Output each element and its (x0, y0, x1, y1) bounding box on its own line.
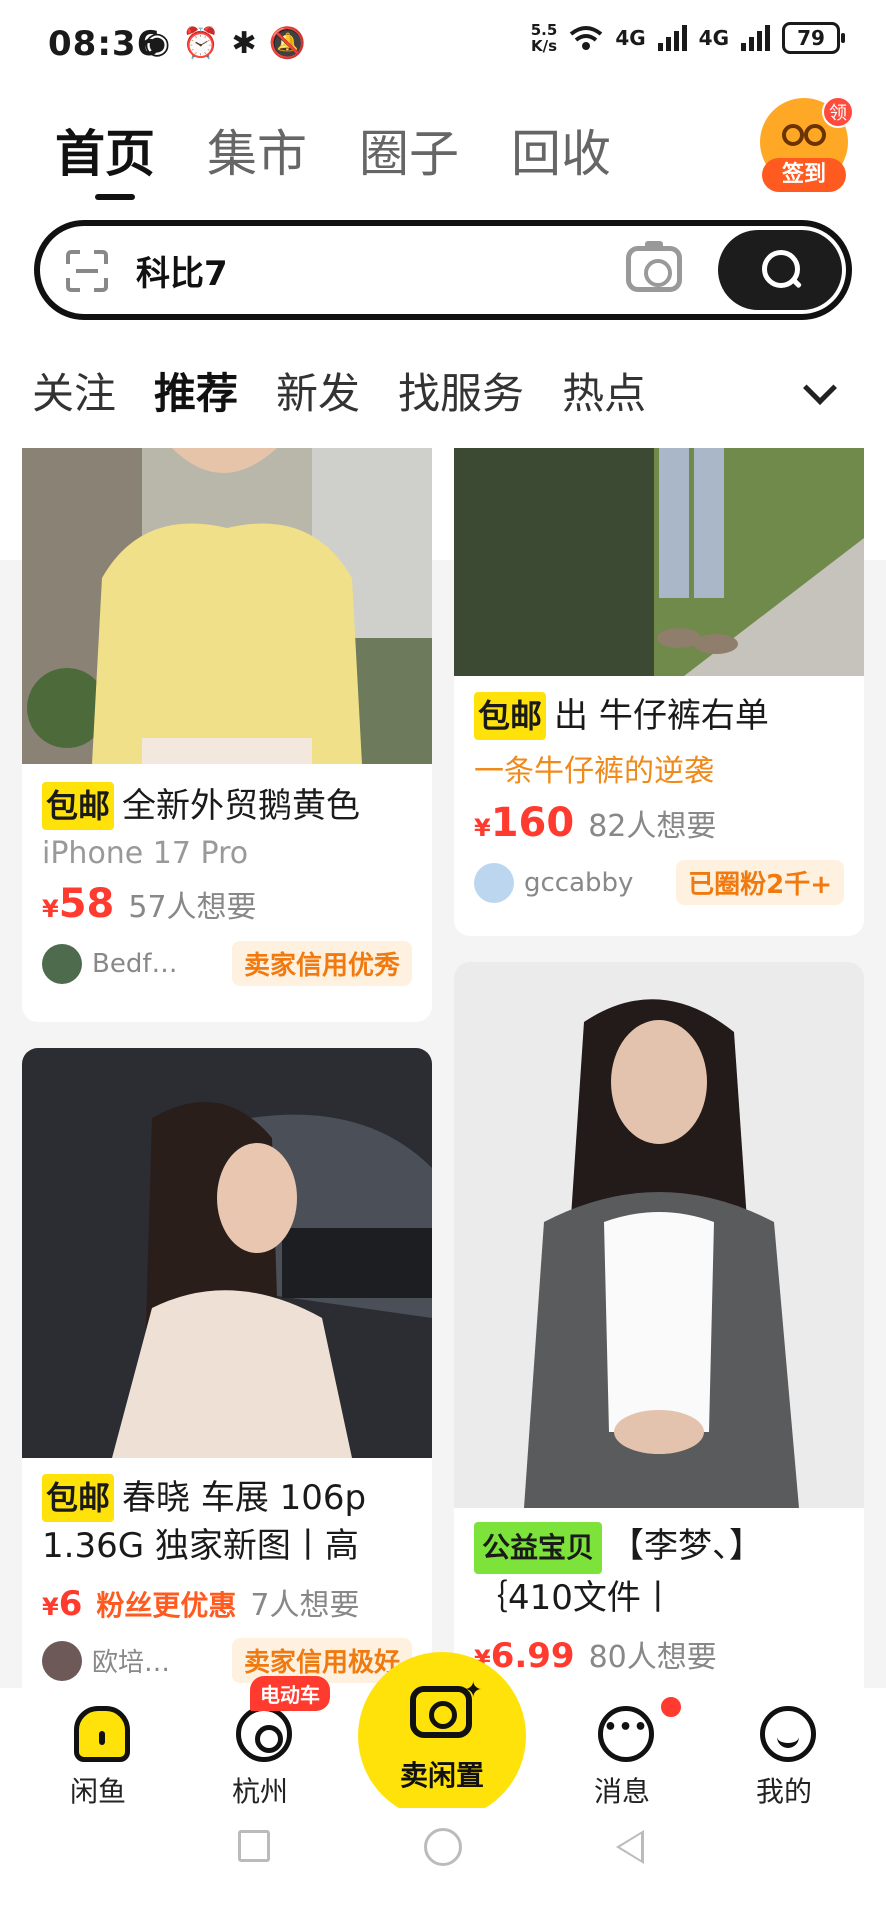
seller-row: Bedf… 卖家信用优秀 (42, 941, 412, 986)
seller-row: gccabby 已圈粉2千+ (474, 860, 844, 905)
search-bar[interactable]: 科比7 (34, 220, 852, 320)
home-button[interactable] (424, 1828, 462, 1866)
message-icon (598, 1706, 654, 1762)
free-shipping-tag: 包邮 (42, 782, 115, 830)
eye-icon: ◉ (144, 26, 171, 61)
mute-icon: 🔕 (268, 26, 307, 61)
tab-recommend[interactable]: 推荐 (154, 360, 238, 421)
product-title: 公益宝贝 【李梦、】｛410文件丨 (474, 1522, 844, 1622)
net-speed: 5.5 K/s (530, 21, 558, 55)
search-input[interactable]: 科比7 (136, 246, 228, 295)
status-bar: 08:36 ◉ ⏰ ✱ 🔕 5.5 K/s 4G 4G 79 (0, 0, 886, 90)
scan-icon[interactable] (66, 250, 108, 292)
seller-row: 欧培… 卖家信用极好 (42, 1638, 412, 1683)
home-icon (74, 1706, 130, 1762)
charity-tag: 公益宝贝 (474, 1522, 603, 1574)
want-count: 80人想要 (588, 1640, 717, 1675)
tab-home[interactable]: 首页 (55, 114, 155, 200)
back-button[interactable] (616, 1830, 644, 1864)
search-button[interactable] (718, 230, 842, 310)
price: ¥160 (474, 800, 575, 846)
camera-icon (410, 1686, 472, 1738)
tab-hot[interactable]: 热点 (562, 360, 646, 421)
fan-discount-label: 粉丝更优惠 (96, 1589, 237, 1622)
status-right: 5.5 K/s 4G 4G 79 (530, 21, 845, 55)
product-card[interactable]: 包邮 春晓 车展 106p 1.36G 独家新图丨高 ¥6 粉丝更优惠 7人想要 … (22, 1048, 432, 1688)
tab-recycle[interactable]: 回收 (511, 114, 611, 186)
feed-tabs: 关注 推荐 新发 找服务 热点 (32, 360, 646, 421)
want-count: 57人想要 (128, 890, 257, 925)
product-photo (454, 448, 864, 676)
signal-2-label: 4G (698, 26, 729, 50)
free-shipping-tag: 包邮 (42, 1474, 115, 1522)
tab-new[interactable]: 新发 (276, 360, 360, 421)
product-card[interactable]: 包邮出 牛仔裤右单 一条牛仔裤的逆袭 ¥160 82人想要 gccabby 已圈… (454, 448, 864, 936)
smile-icon (760, 1706, 816, 1762)
product-title: 包邮出 牛仔裤右单 (474, 692, 844, 740)
tab-market[interactable]: 集市 (207, 114, 307, 186)
tab-follow[interactable]: 关注 (32, 360, 116, 421)
seller-name: gccabby (524, 867, 634, 898)
signin-label: 签到 (762, 158, 846, 192)
wifi-icon (570, 26, 603, 50)
seller-name: Bedf… (92, 948, 178, 979)
price: ¥58 (42, 881, 115, 927)
product-title: 包邮 春晓 车展 106p 1.36G 独家新图丨高 (42, 1474, 412, 1570)
tab-circle[interactable]: 圈子 (359, 114, 459, 186)
product-photo (22, 448, 432, 764)
tab-service[interactable]: 找服务 (398, 360, 524, 421)
location-icon (236, 1706, 292, 1762)
claim-badge: 领 (822, 96, 854, 128)
credit-badge: 卖家信用优秀 (231, 941, 412, 986)
top-nav: 首页 集市 圈子 回收 (55, 114, 611, 200)
unread-dot (658, 1694, 684, 1720)
fans-badge: 已圈粉2千+ (676, 860, 844, 905)
avatar (474, 862, 514, 903)
sparkle-icon: ✦ (464, 1678, 483, 1703)
sell-button[interactable]: ✦ 卖闲置 (358, 1652, 526, 1820)
avatar (42, 1640, 82, 1681)
product-subtitle: iPhone 17 Pro (42, 836, 249, 871)
system-nav-bar (0, 1808, 886, 1920)
want-count: 82人想要 (588, 809, 717, 844)
product-photo (454, 962, 864, 1508)
want-count: 7人想要 (250, 1588, 360, 1623)
recents-button[interactable] (238, 1830, 270, 1862)
ev-badge: 电动车 (250, 1676, 330, 1711)
signal-2-icon (741, 25, 770, 51)
camera-icon[interactable] (626, 241, 682, 292)
battery-indicator: 79 (782, 22, 845, 54)
product-card[interactable]: 公益宝贝 【李梦、】｛410文件丨 ¥6.99 80人想要 (454, 962, 864, 1688)
price: ¥6 (42, 1584, 83, 1624)
free-shipping-tag: 包邮 (474, 692, 547, 740)
seller-name: 欧培… (92, 1648, 171, 1678)
signal-1-icon (657, 25, 687, 51)
avatar (42, 943, 82, 984)
signin-button[interactable]: 领 签到 (758, 96, 854, 192)
bottom-tab-bar: 闲鱼 杭州 电动车 ✦ 卖闲置 消息 我的 (0, 1652, 886, 1820)
status-icons: ◉ ⏰ ✱ 🔕 (144, 26, 306, 61)
alarm-icon: ⏰ (182, 26, 220, 61)
product-card[interactable]: 包邮 全新外贸鹅黄色 iPhone 17 Pro ¥58 57人想要 Bedf… … (22, 448, 432, 1022)
product-title: 包邮 全新外贸鹅黄色 (42, 782, 412, 830)
product-subtitle: 一条牛仔裤的逆袭 (474, 754, 714, 789)
bluetooth-icon: ✱ (231, 26, 257, 61)
signal-1-label: 4G (615, 26, 646, 50)
product-photo (22, 1048, 432, 1458)
